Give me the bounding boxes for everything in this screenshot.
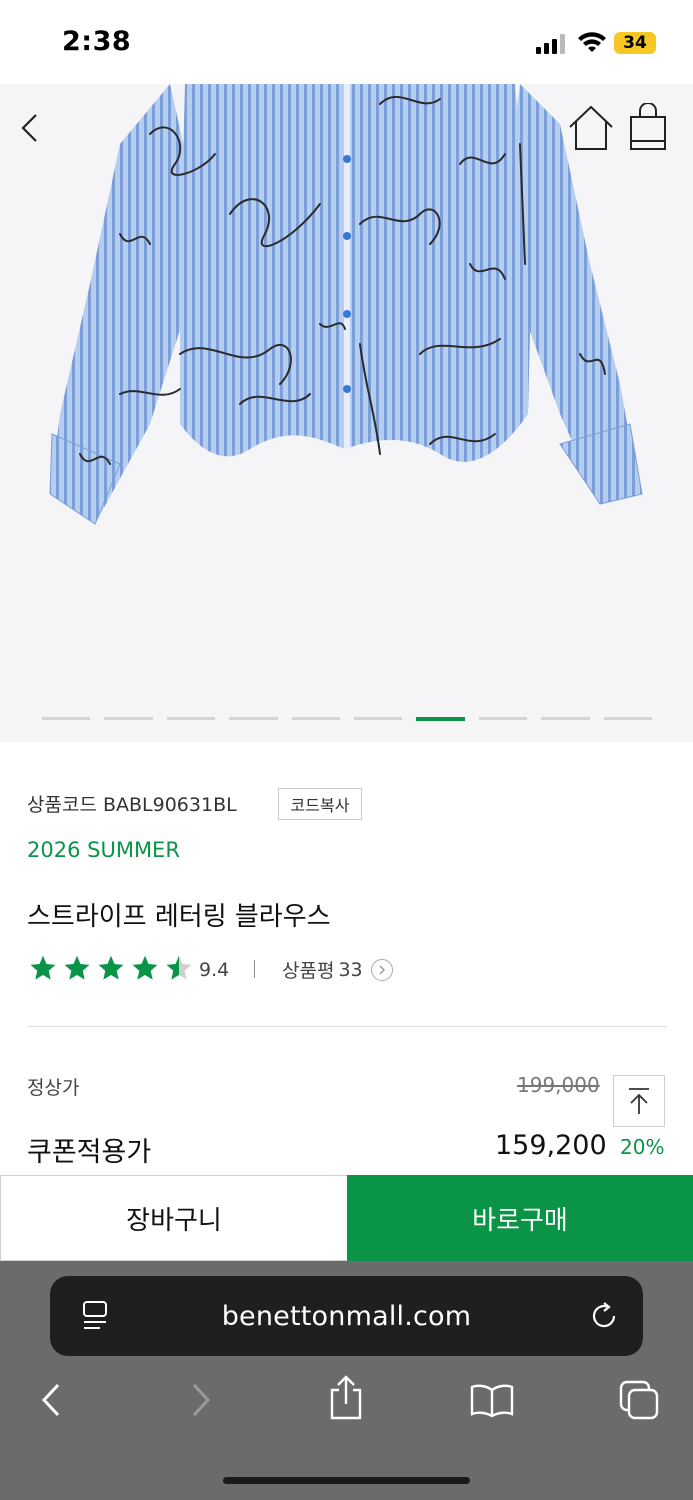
back-button[interactable]: [4, 102, 56, 154]
star-icon: [132, 955, 158, 980]
carousel-dot[interactable]: [291, 717, 341, 720]
status-bar: 2:38 34: [0, 0, 693, 84]
address-bar[interactable]: benettonmall.com: [50, 1276, 643, 1356]
browser-back-button[interactable]: [28, 1377, 74, 1423]
carousel-dot[interactable]: [229, 717, 278, 720]
product-code-label: 상품코드: [27, 794, 97, 816]
tabs-icon: [619, 1380, 659, 1420]
share-icon: [330, 1375, 362, 1420]
star-icon: [30, 955, 56, 980]
home-button[interactable]: [565, 102, 617, 154]
cart-button[interactable]: [622, 102, 674, 154]
status-time: 2:38: [62, 26, 132, 57]
carousel-page-indicator[interactable]: [42, 717, 653, 721]
carousel-dot[interactable]: [354, 717, 403, 720]
buy-now-button[interactable]: 바로구매: [347, 1175, 693, 1261]
regular-price: 199,000: [517, 1073, 600, 1097]
scroll-to-top-button[interactable]: [613, 1075, 665, 1127]
star-icon: [98, 955, 124, 980]
share-button[interactable]: [323, 1374, 369, 1420]
product-image: [49, 84, 643, 525]
arrow-up-icon: [629, 1088, 649, 1114]
reviews-label: 상품평: [282, 960, 335, 982]
coupon-price: 159,200: [495, 1130, 607, 1161]
browser-forward-button[interactable]: [178, 1377, 224, 1423]
season-label: 2026 SUMMER: [27, 838, 180, 862]
tabs-button[interactable]: [616, 1377, 662, 1423]
regular-price-label: 정상가: [27, 1077, 80, 1099]
carousel-dot[interactable]: [541, 717, 590, 720]
add-to-cart-button[interactable]: 장바구니: [0, 1175, 347, 1261]
chevron-right-icon: [192, 1383, 211, 1417]
chevron-left-icon: [21, 114, 37, 142]
carousel-dot[interactable]: [166, 717, 216, 720]
product-image-carousel[interactable]: [0, 84, 693, 742]
reload-icon: [592, 1302, 616, 1328]
reviews-count: 33: [338, 958, 363, 981]
divider: [254, 960, 255, 978]
rating-score: 9.4: [199, 959, 230, 981]
carousel-dot[interactable]: [478, 717, 528, 720]
reviews-link[interactable]: 상품평 33: [282, 956, 393, 983]
chevron-left-icon: [41, 1383, 60, 1417]
wifi-icon: [578, 32, 606, 52]
page-menu-button[interactable]: [72, 1293, 118, 1339]
discount-rate: 20%: [620, 1135, 665, 1159]
bookmarks-button[interactable]: [469, 1377, 515, 1423]
shopping-bag-icon: [630, 103, 666, 150]
url-text: benettonmall.com: [221, 1300, 472, 1332]
carousel-dot[interactable]: [104, 717, 153, 720]
home-icon: [569, 105, 613, 150]
star-icon: [64, 955, 90, 980]
coupon-price-label: 쿠폰적용가: [27, 1137, 152, 1168]
battery-indicator: 34: [614, 32, 656, 54]
carousel-dot[interactable]: [42, 717, 91, 720]
home-indicator: [223, 1477, 470, 1484]
reload-button[interactable]: [581, 1293, 627, 1339]
rating-stars: [27, 954, 195, 982]
section-divider: [27, 1026, 667, 1027]
carousel-dot[interactable]: [416, 717, 465, 721]
product-title: 스트라이프 레터링 블라우스: [27, 902, 331, 932]
product-code: BABL90631BL: [102, 794, 237, 816]
chevron-right-circle-icon: [370, 958, 393, 981]
star-icon: [166, 955, 192, 980]
book-icon: [470, 1384, 514, 1418]
carousel-dot[interactable]: [603, 717, 653, 720]
page-format-icon: [83, 1301, 107, 1329]
cellular-signal-icon: [536, 34, 565, 54]
product-code-row: 상품코드 BABL90631BL: [27, 790, 237, 817]
copy-code-button[interactable]: 코드복사: [278, 788, 362, 820]
